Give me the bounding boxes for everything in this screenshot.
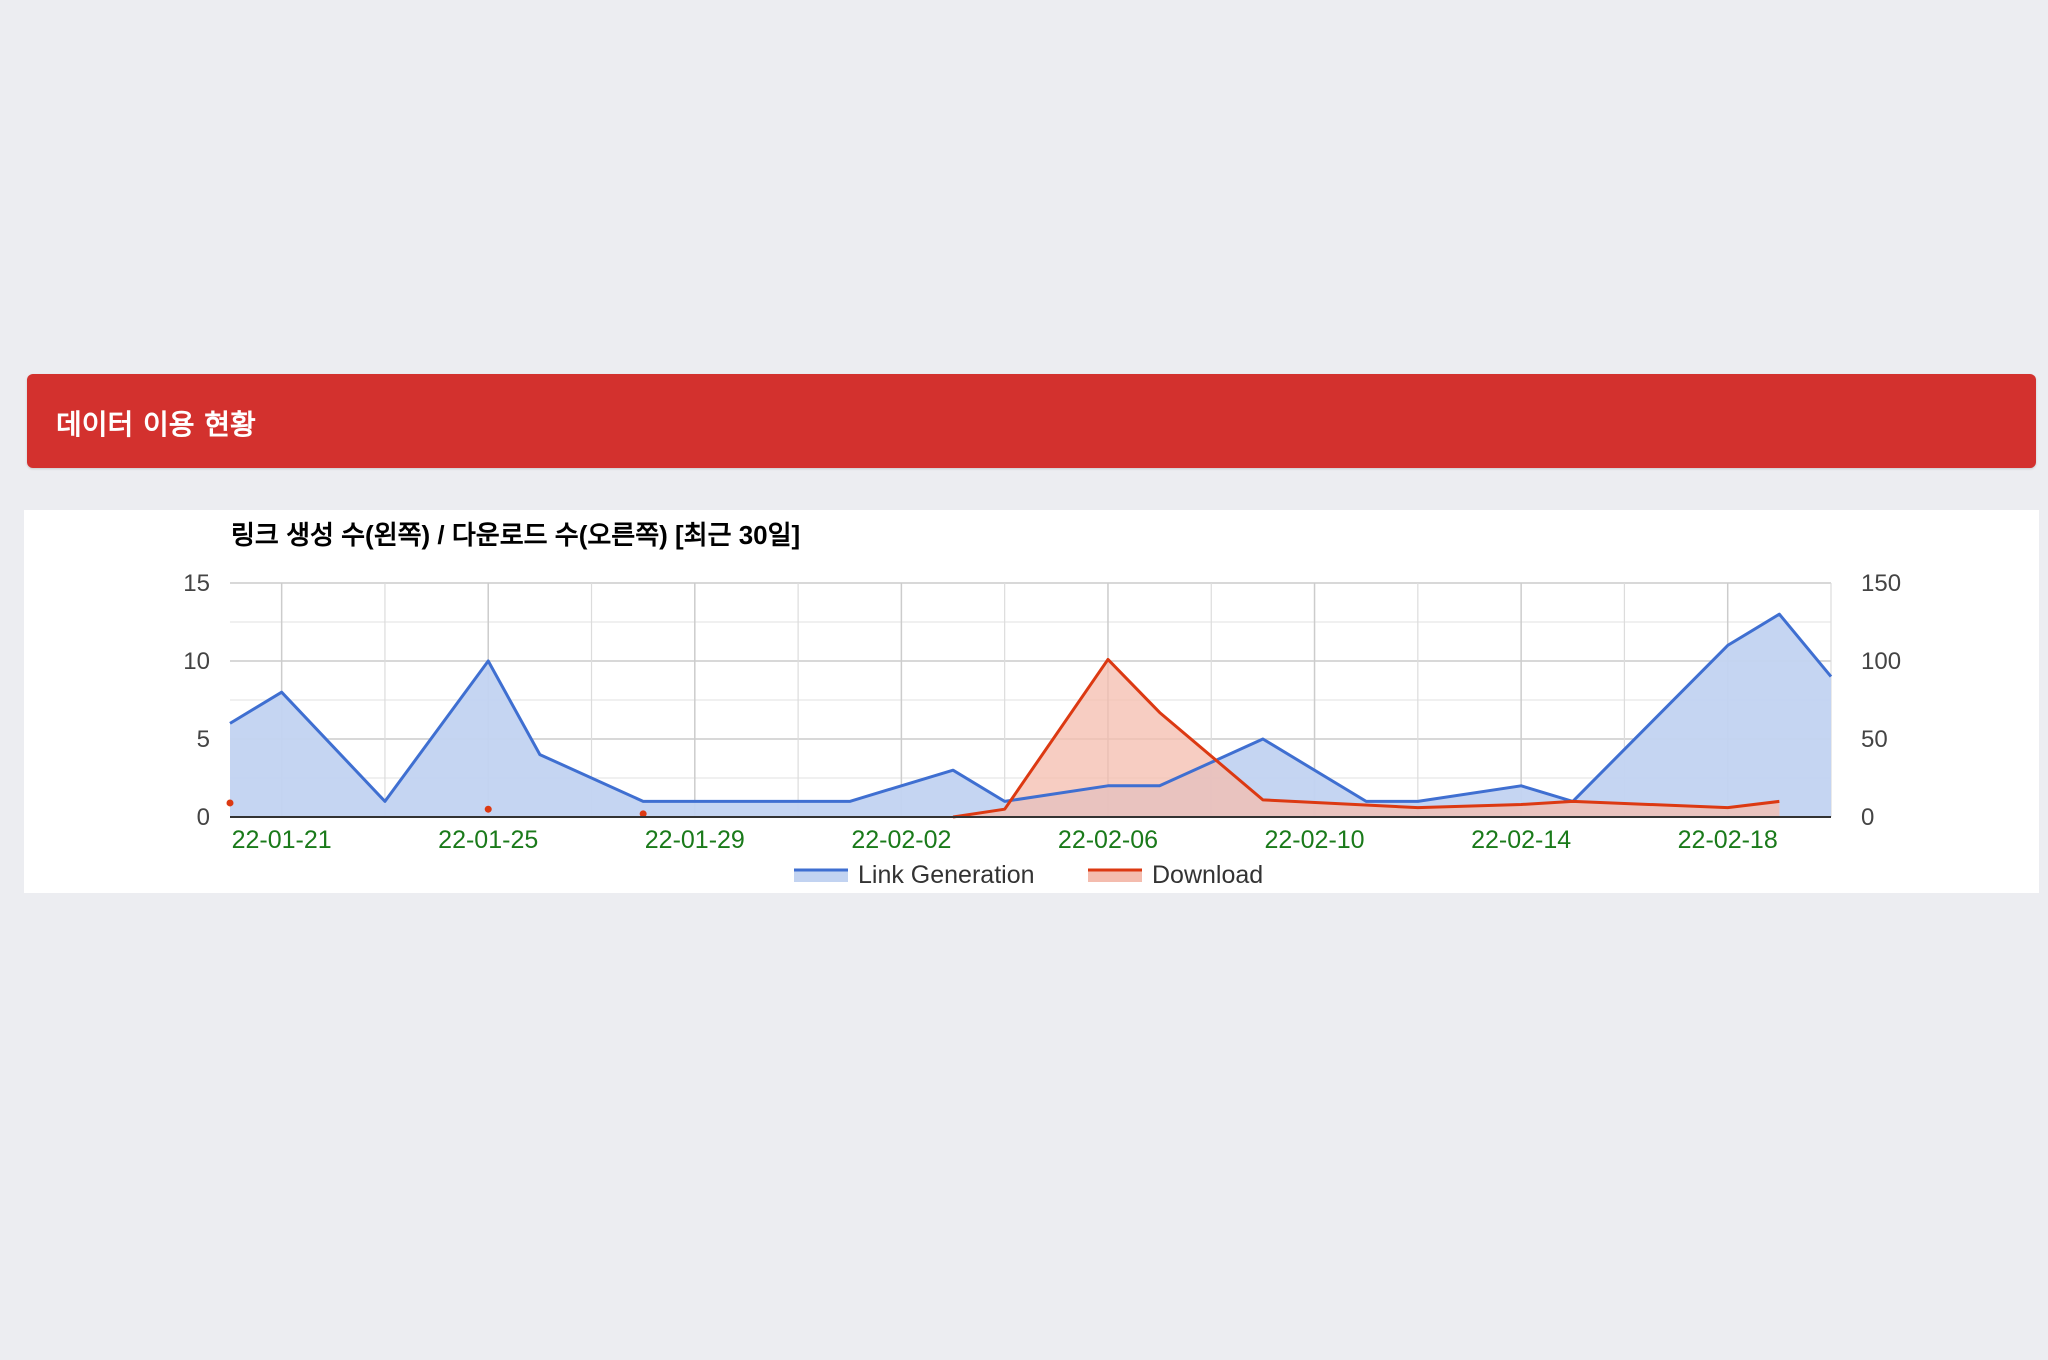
legend-label: Link Generation	[858, 861, 1035, 889]
legend: Link Generation Download	[794, 861, 1263, 889]
y-left-tick-label: 15	[183, 570, 210, 597]
y-right-tick-label: 100	[1861, 648, 1901, 675]
x-tick-label: 22-02-02	[851, 826, 951, 854]
x-tick-label: 22-01-25	[438, 826, 538, 854]
legend-label: Download	[1152, 861, 1263, 889]
download-point	[484, 805, 492, 813]
series-areas	[230, 614, 1831, 817]
panel-title: 데이터 이용 현황	[56, 408, 256, 441]
x-tick-label: 22-02-06	[1058, 826, 1158, 854]
chart-title: 링크 생성 수(왼쪽) / 다운로드 수(오른쪽) [최근 30일]	[231, 520, 800, 550]
download-point	[226, 799, 234, 807]
x-tick-label: 22-02-18	[1678, 826, 1778, 854]
x-tick-label: 22-01-21	[232, 826, 332, 854]
x-tick-label: 22-01-29	[645, 826, 745, 854]
legend-swatch-fill	[794, 870, 848, 882]
y-right-tick-label: 0	[1861, 804, 1874, 831]
x-tick-label: 22-02-10	[1265, 826, 1365, 854]
x-tick-label: 22-02-14	[1471, 826, 1571, 854]
y-left-tick-label: 5	[197, 726, 210, 753]
y-left-tick-label: 0	[197, 804, 210, 831]
panel-header: 데이터 이용 현황	[27, 374, 2036, 468]
y-left-tick-label: 10	[183, 648, 210, 675]
chart-card: 링크 생성 수(왼쪽) / 다운로드 수(오른쪽) [최근 30일] 0 5 10 1…	[24, 510, 2039, 893]
y-right-tick-label: 150	[1861, 570, 1901, 597]
legend-swatch-fill	[1088, 870, 1142, 882]
y-right-tick-label: 50	[1861, 726, 1888, 753]
usage-chart: 링크 생성 수(왼쪽) / 다운로드 수(오른쪽) [최근 30일] 0 5 10 1…	[183, 520, 1901, 889]
